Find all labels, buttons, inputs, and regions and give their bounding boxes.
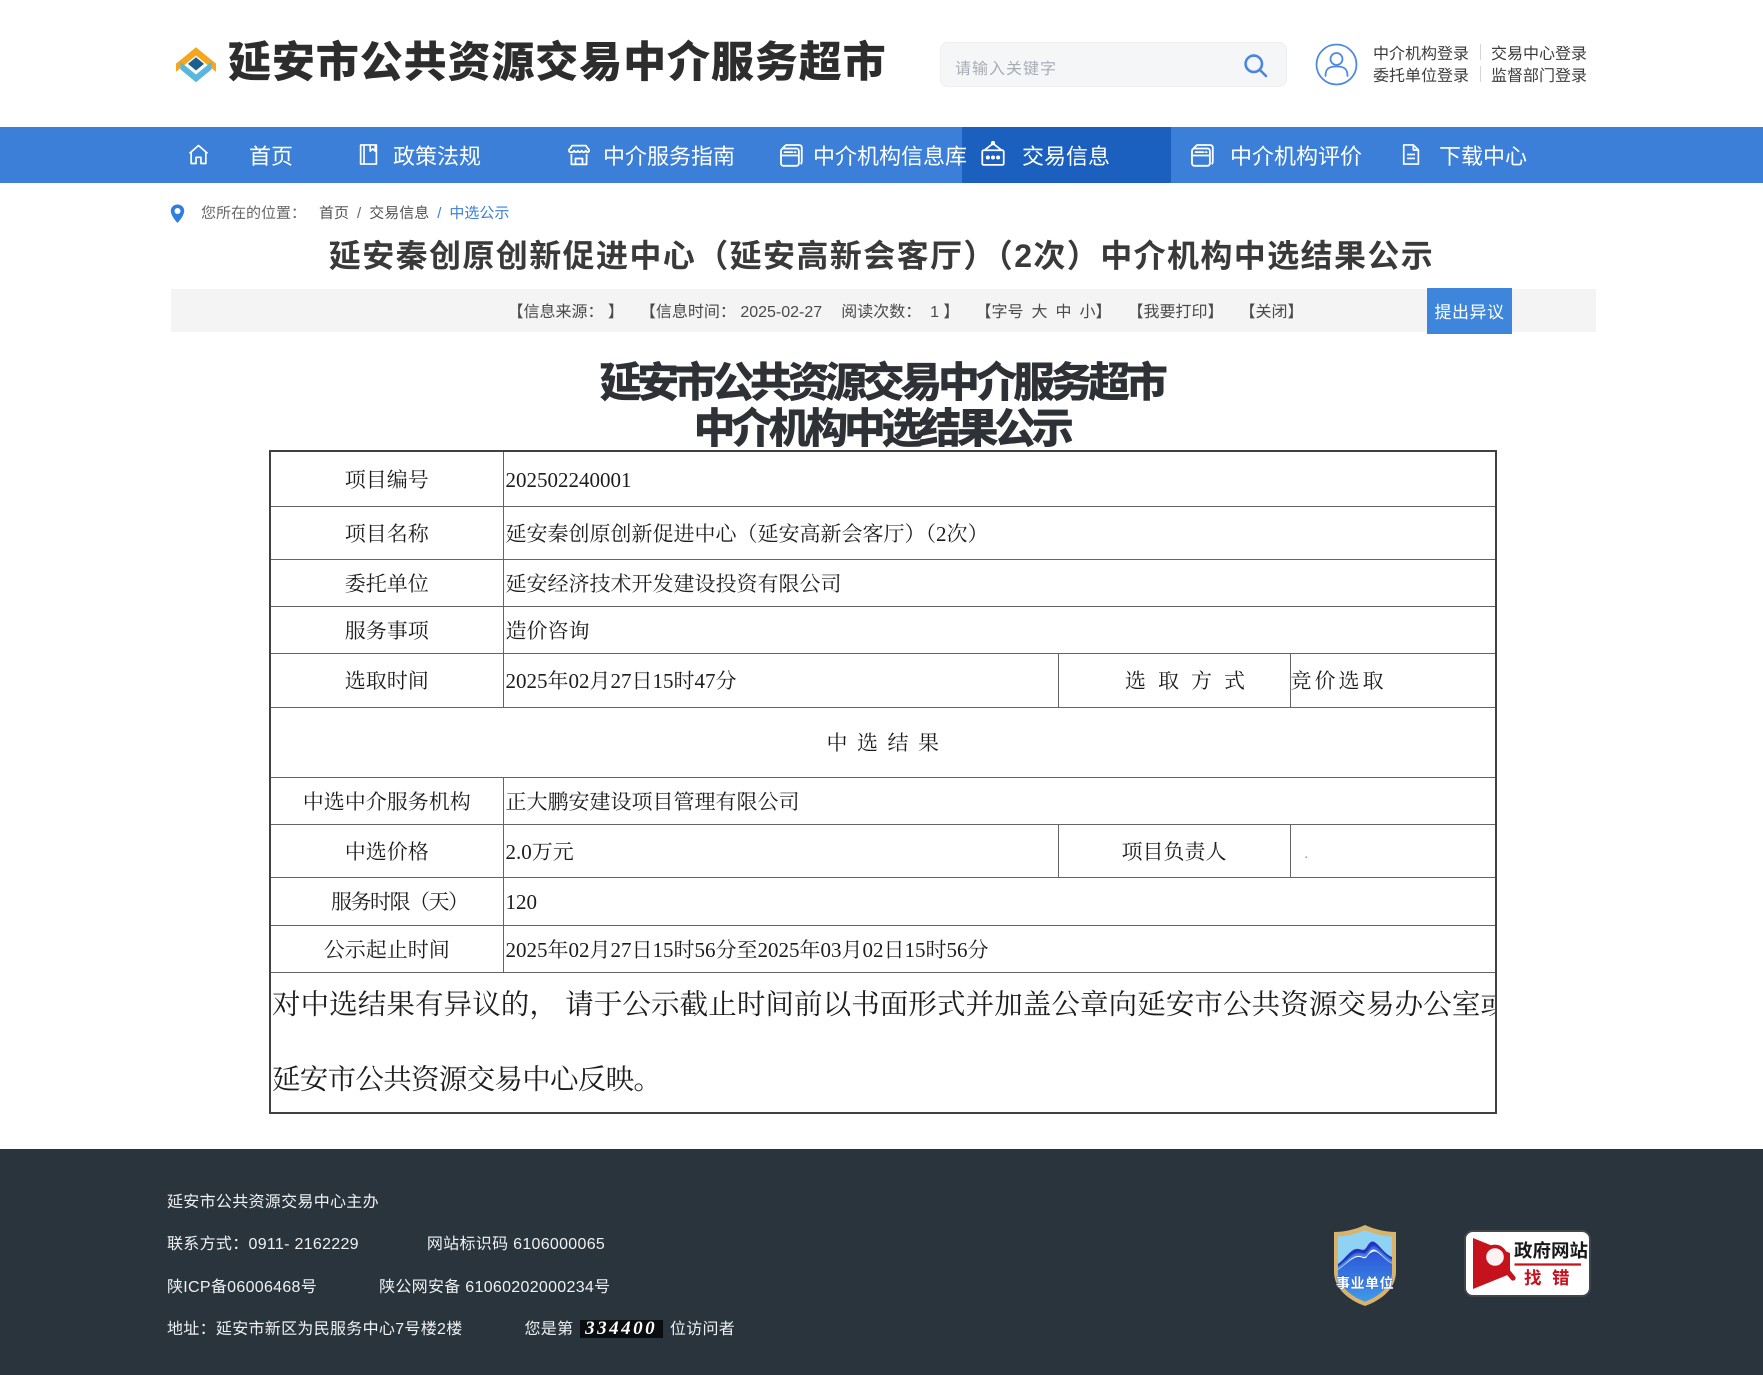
- svg-text:找错: 找错: [1524, 1265, 1580, 1290]
- svg-text:政府网站: 政府网站: [1514, 1237, 1588, 1263]
- svg-text:事业单位: 事业单位: [1336, 1273, 1394, 1293]
